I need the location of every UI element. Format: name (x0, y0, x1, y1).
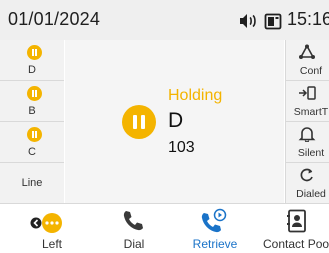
conf-label: Conf (299, 65, 323, 77)
dial-button[interactable]: Dial (96, 204, 172, 253)
left-label: Left (41, 237, 62, 251)
dial-label: Dial (123, 237, 145, 251)
hold-icon (27, 86, 42, 101)
contact-pool-label: Contact Pool (263, 237, 329, 251)
dialed-label: Dialed (296, 188, 326, 200)
line-key-label: D (28, 64, 36, 76)
speaker-icon (240, 14, 256, 28)
line-key-label: Line (21, 177, 43, 189)
silent-button[interactable]: Silent (286, 122, 329, 163)
silent-label: Silent (297, 147, 325, 159)
bell-icon (298, 127, 316, 142)
retrieve-icon (201, 208, 227, 233)
call-info-panel: Holding D 103 (65, 40, 284, 203)
smart-transfer-label: SmartT (293, 106, 329, 118)
retrieve-label: Retrieve (192, 237, 238, 251)
desk-phone-icon (264, 13, 282, 30)
line-key-label: C (28, 146, 36, 158)
conf-button[interactable]: Conf (286, 40, 329, 81)
contacts-icon (287, 209, 306, 233)
smart-transfer-button[interactable]: SmartT (286, 81, 329, 122)
line-key-label: B (28, 105, 36, 117)
conference-icon (299, 44, 315, 59)
soft-keys-bar: Left Dial Retrieve Contact Pool (0, 203, 329, 253)
dialed-button[interactable]: Dialed (286, 163, 329, 203)
status-time: 15:16 (287, 9, 329, 29)
caller-name: D (168, 109, 184, 132)
hold-icon (27, 127, 42, 142)
caller-number: 103 (168, 139, 195, 156)
line-key-c[interactable]: C (0, 122, 64, 163)
left-more-icon (30, 213, 62, 233)
hold-icon (27, 45, 42, 60)
line-key-d[interactable]: D (0, 40, 64, 81)
retrieve-button[interactable]: Retrieve (172, 204, 258, 253)
redial-icon (300, 168, 313, 182)
side-keys-panel: Conf SmartT Silent Dialed (285, 40, 329, 203)
handset-icon (123, 211, 143, 231)
smart-transfer-icon (299, 86, 316, 100)
line-key-b[interactable]: B (0, 81, 64, 122)
hold-status-icon (122, 105, 156, 139)
status-bar: 01/01/2024 15:16 (0, 0, 329, 40)
contact-pool-button[interactable]: Contact Pool (258, 204, 329, 253)
left-button[interactable]: Left (0, 204, 96, 253)
call-status: Holding (168, 87, 223, 104)
line-key-line[interactable]: Line (0, 163, 64, 203)
line-keys-panel: D B C Line (0, 40, 64, 203)
status-date: 01/01/2024 (8, 9, 101, 29)
